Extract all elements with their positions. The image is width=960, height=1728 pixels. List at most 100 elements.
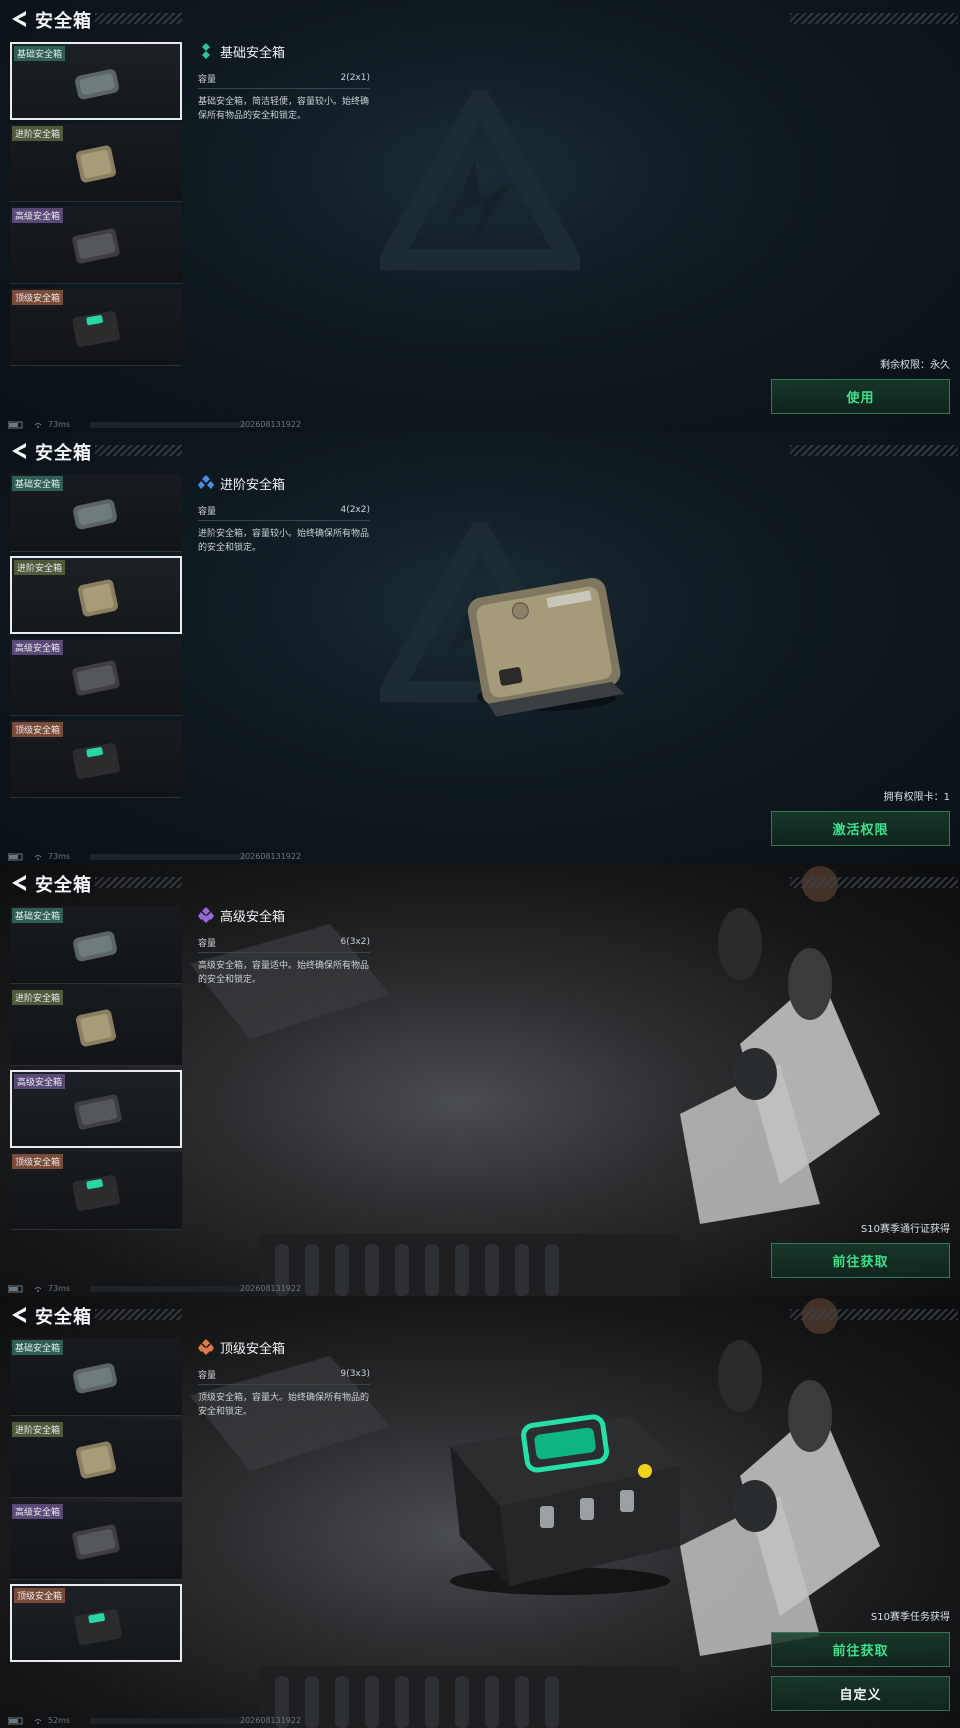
case-info: 高级安全箱 容量 6(3x2) 高级安全箱，容量适中。始终确保所有物品的安全和锁… bbox=[198, 904, 370, 987]
case-name: 高级安全箱 bbox=[220, 909, 286, 925]
basic-case-icon bbox=[73, 1363, 117, 1394]
case-name: 顶级安全箱 bbox=[220, 1341, 286, 1357]
ping-value: 73ms bbox=[48, 420, 71, 429]
case-item-basic[interactable]: 基础安全箱 bbox=[10, 906, 182, 984]
capacity-label: 容量 bbox=[198, 1370, 217, 1381]
high-case-icon bbox=[72, 660, 120, 696]
ping-value: 73ms bbox=[48, 852, 71, 861]
case-item-advanced[interactable]: 进阶安全箱 bbox=[10, 556, 182, 634]
case-info: 顶级安全箱 容量 9(3x3) 顶级安全箱，容量大。始终确保所有物品的安全和锁定… bbox=[198, 1336, 370, 1419]
logo-watermark-icon bbox=[380, 90, 580, 270]
case-item-advanced[interactable]: 进阶安全箱 bbox=[10, 124, 182, 202]
case-item-basic[interactable]: 基础安全箱 bbox=[10, 42, 182, 120]
go-acquire-button[interactable]: 前往获取 bbox=[771, 1632, 950, 1667]
case-item-top[interactable]: 顶级安全箱 bbox=[10, 288, 182, 366]
high-case-icon bbox=[72, 228, 120, 264]
case-item-advanced[interactable]: 进阶安全箱 bbox=[10, 988, 182, 1066]
case-item-advanced[interactable]: 进阶安全箱 bbox=[10, 1420, 182, 1498]
advanced-case-icon bbox=[77, 579, 119, 617]
header-hatch-left bbox=[95, 1309, 182, 1320]
advanced-case-icon bbox=[75, 145, 117, 183]
top-case-icon bbox=[74, 1609, 122, 1645]
case-item-top[interactable]: 顶级安全箱 bbox=[10, 720, 182, 798]
case-tag-label: 顶级安全箱 bbox=[12, 290, 64, 305]
capacity-label: 容量 bbox=[198, 938, 217, 949]
acquire-source: S10赛季通行证获得 bbox=[860, 1224, 950, 1235]
case-item-high[interactable]: 高级安全箱 bbox=[10, 1070, 182, 1148]
wifi-icon bbox=[34, 423, 42, 428]
case-name: 进阶安全箱 bbox=[220, 477, 286, 493]
case-item-basic[interactable]: 基础安全箱 bbox=[10, 1338, 182, 1416]
case-tag-label: 高级安全箱 bbox=[12, 1504, 64, 1519]
top-bar: 安全箱 bbox=[0, 1296, 960, 1334]
page-title: 安全箱 bbox=[35, 11, 92, 32]
back-arrow-icon[interactable] bbox=[10, 9, 28, 29]
basic-case-icon bbox=[75, 69, 119, 100]
case-description: 顶级安全箱，容量大。始终确保所有物品的安全和锁定。 bbox=[198, 1393, 370, 1417]
back-arrow-icon[interactable] bbox=[10, 441, 28, 461]
activate-permission-button[interactable]: 激活权限 bbox=[771, 811, 950, 846]
case-item-high[interactable]: 高级安全箱 bbox=[10, 206, 182, 284]
advanced-case-icon bbox=[75, 1009, 117, 1047]
advanced-case-icon bbox=[75, 1441, 117, 1479]
capacity-value: 9(3x3) bbox=[340, 1369, 370, 1379]
case-tag-label: 高级安全箱 bbox=[12, 208, 64, 223]
case-item-high[interactable]: 高级安全箱 bbox=[10, 1502, 182, 1580]
back-arrow-icon[interactable] bbox=[10, 1305, 28, 1325]
top-case-icon bbox=[72, 1175, 120, 1211]
high-case-icon bbox=[72, 1524, 120, 1560]
back-arrow-icon[interactable] bbox=[10, 873, 28, 893]
rarity-green-icon bbox=[202, 43, 210, 59]
ping-value: 73ms bbox=[48, 1284, 71, 1293]
build-number: 202608131922 bbox=[240, 1716, 302, 1725]
case-tag-label: 基础安全箱 bbox=[12, 476, 64, 491]
header-hatch-left bbox=[95, 877, 182, 888]
case-tag-label: 基础安全箱 bbox=[12, 1340, 64, 1355]
rarity-purple-icon bbox=[198, 907, 214, 923]
capacity-row: 容量 4(2x2) bbox=[198, 500, 370, 521]
case-item-top[interactable]: 顶级安全箱 bbox=[10, 1152, 182, 1230]
wifi-icon bbox=[34, 1287, 42, 1292]
case-item-high[interactable]: 高级安全箱 bbox=[10, 638, 182, 716]
go-acquire-button[interactable]: 前往获取 bbox=[771, 1243, 950, 1278]
case-description: 高级安全箱，容量适中。始终确保所有物品的安全和锁定。 bbox=[198, 961, 370, 985]
case-list: 基础安全箱 进阶安全箱 高级安全箱 顶级安全箱 bbox=[10, 1338, 182, 1666]
screen-basic-case: 安全箱 基础安全箱 进阶安全箱 高级安全箱 顶级安全箱 基础安全箱 容量 2(2… bbox=[0, 0, 960, 432]
header-hatch-right bbox=[790, 445, 958, 456]
bottom-status: 73ms 202608131922 bbox=[8, 852, 308, 862]
permission-status: 剩余权限：永久 bbox=[880, 360, 950, 371]
capacity-value: 6(3x2) bbox=[340, 937, 370, 947]
page-title: 安全箱 bbox=[35, 1307, 92, 1328]
case-tag-label: 顶级安全箱 bbox=[12, 1154, 64, 1169]
capacity-row: 容量 6(3x2) bbox=[198, 932, 370, 953]
status-strip bbox=[90, 1718, 246, 1724]
page-title: 安全箱 bbox=[35, 443, 92, 464]
capacity-label: 容量 bbox=[198, 506, 217, 517]
top-bar: 安全箱 bbox=[0, 432, 960, 470]
ping-value: 52ms bbox=[48, 1716, 71, 1725]
top-bar: 安全箱 bbox=[0, 864, 960, 902]
header-hatch-right bbox=[790, 13, 958, 24]
header-hatch-right bbox=[790, 877, 958, 888]
battery-icon bbox=[8, 1717, 23, 1725]
case-description: 基础安全箱，简洁轻便，容量较小。始终确保所有物品的安全和锁定。 bbox=[198, 97, 370, 121]
status-strip bbox=[90, 1286, 246, 1292]
rarity-orange-icon bbox=[198, 1339, 214, 1355]
case-list: 基础安全箱 进阶安全箱 高级安全箱 顶级安全箱 bbox=[10, 42, 182, 370]
customize-button[interactable]: 自定义 bbox=[771, 1676, 950, 1711]
bottom-status: 52ms 202608131922 bbox=[8, 1716, 308, 1726]
wifi-icon bbox=[34, 1719, 42, 1724]
capacity-row: 容量 2(2x1) bbox=[198, 68, 370, 89]
case-tag-label: 进阶安全箱 bbox=[14, 560, 66, 575]
acquire-source: S10赛季任务获得 bbox=[870, 1612, 950, 1623]
case-item-top[interactable]: 顶级安全箱 bbox=[10, 1584, 182, 1662]
use-button[interactable]: 使用 bbox=[771, 379, 950, 414]
case-tag-label: 进阶安全箱 bbox=[12, 126, 64, 141]
case-list: 基础安全箱 进阶安全箱 高级安全箱 顶级安全箱 bbox=[10, 474, 182, 802]
battery-icon bbox=[8, 1285, 23, 1293]
case-list: 基础安全箱 进阶安全箱 高级安全箱 顶级安全箱 bbox=[10, 906, 182, 1234]
basic-case-icon bbox=[73, 499, 117, 530]
bottom-status: 73ms 202608131922 bbox=[8, 420, 308, 430]
case-tag-label: 基础安全箱 bbox=[14, 46, 66, 61]
case-item-basic[interactable]: 基础安全箱 bbox=[10, 474, 182, 552]
